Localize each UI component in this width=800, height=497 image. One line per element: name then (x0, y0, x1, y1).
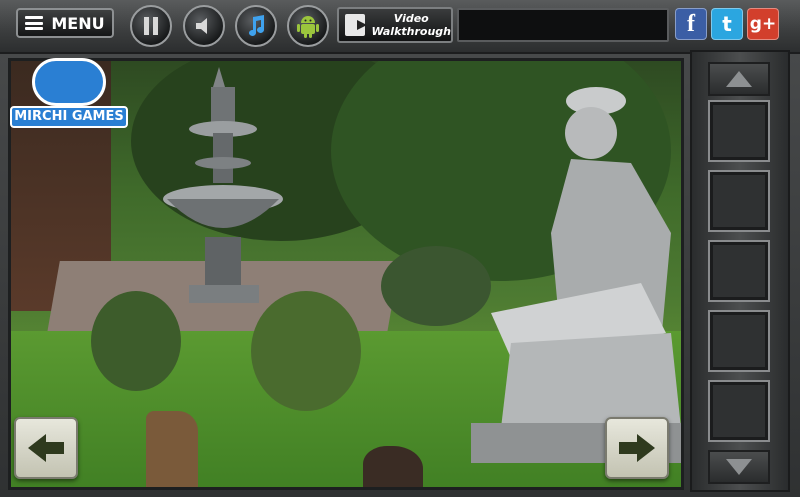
potted-shrub (381, 246, 491, 326)
inventory-scroll-up[interactable] (708, 62, 770, 96)
inventory-panel (690, 50, 790, 492)
inventory-slot[interactable] (708, 310, 770, 372)
tree-stump[interactable] (146, 411, 198, 487)
music-note-icon (249, 15, 264, 36)
video-label-line2: Walkthrough (371, 25, 451, 38)
inventory-slot[interactable] (708, 380, 770, 442)
facebook-button[interactable]: f (675, 8, 707, 40)
video-walkthrough-label: Video Walkthrough (371, 12, 451, 38)
android-icon (297, 16, 319, 38)
menu-icon (25, 16, 44, 30)
video-label-line1: Video (393, 12, 429, 25)
video-film-icon (345, 14, 368, 36)
pause-icon (144, 17, 158, 35)
scene-right-button[interactable] (605, 417, 669, 479)
video-walkthrough-button[interactable]: Video Walkthrough (337, 7, 453, 43)
shrub-center (251, 291, 361, 411)
arrow-up-icon (726, 71, 752, 87)
scene-left-button[interactable] (14, 417, 78, 479)
music-button[interactable] (235, 5, 277, 47)
inventory-slot[interactable] (708, 170, 770, 232)
googleplus-button[interactable]: g+ (747, 8, 779, 40)
menu-label: MENU (51, 13, 105, 33)
googleplus-icon: g+ (749, 14, 777, 34)
shrub-left (91, 291, 181, 391)
arrow-right-icon (619, 434, 655, 462)
pause-button[interactable] (130, 5, 172, 47)
message-display (457, 8, 669, 42)
speaker-icon (196, 18, 207, 34)
top-toolbar: MENU Video Walkthrough f t g+ (0, 0, 800, 54)
woman-statue[interactable] (471, 83, 681, 463)
dark-rock[interactable] (363, 446, 423, 487)
arrow-left-icon (28, 434, 64, 462)
inventory-scroll-down[interactable] (708, 450, 770, 484)
gamepad-icon (32, 58, 106, 106)
sound-button[interactable] (183, 5, 225, 47)
twitter-button[interactable]: t (711, 8, 743, 40)
twitter-icon: t (722, 12, 732, 36)
facebook-icon: f (687, 10, 695, 37)
mirchi-games-logo: MIRCHI GAMES (10, 58, 128, 130)
android-button[interactable] (287, 5, 329, 47)
arrow-down-icon (726, 459, 752, 475)
menu-button[interactable]: MENU (16, 8, 114, 38)
inventory-slot[interactable] (708, 100, 770, 162)
stone-fountain[interactable] (159, 67, 289, 312)
inventory-slot[interactable] (708, 240, 770, 302)
logo-text: MIRCHI GAMES (10, 106, 128, 128)
